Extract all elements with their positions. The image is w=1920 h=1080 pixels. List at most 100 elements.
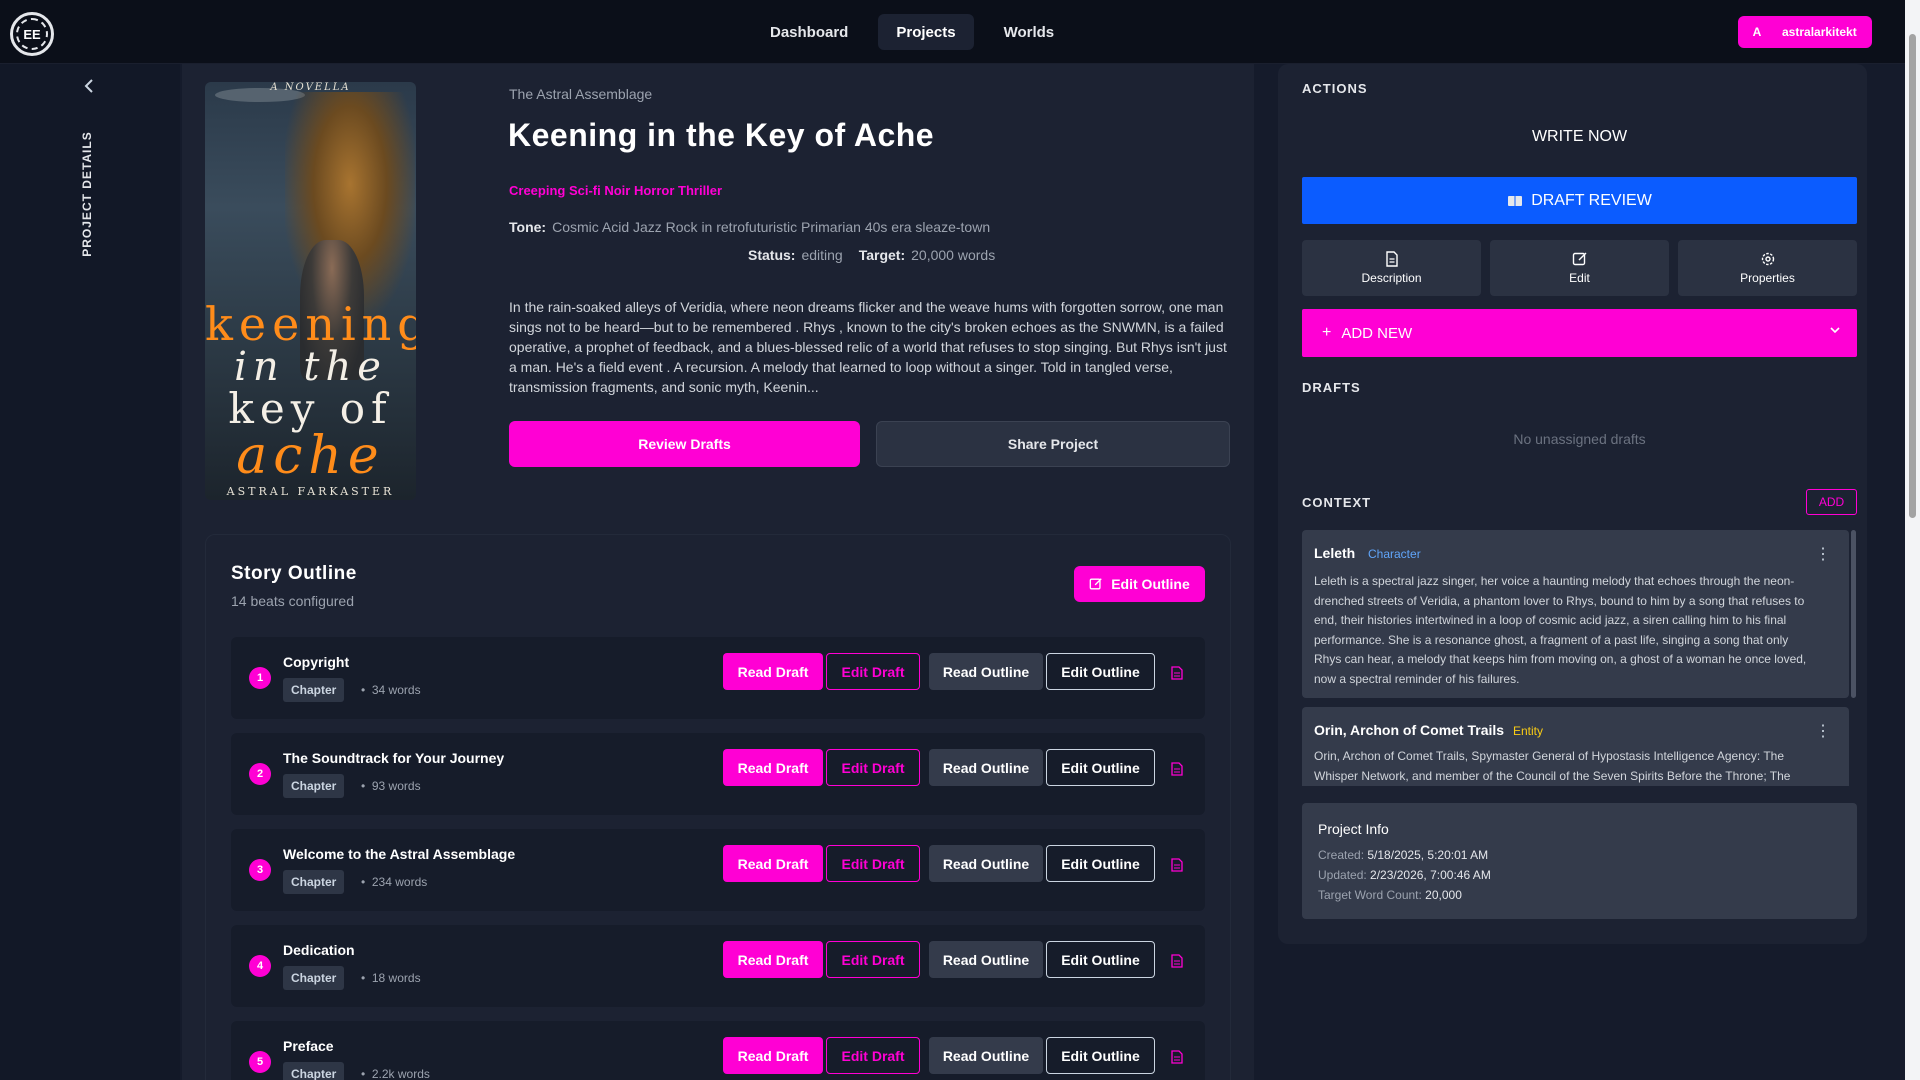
- target-label: Target:: [858, 247, 906, 263]
- beat-number: 3: [249, 859, 271, 881]
- nav-link-dashboard[interactable]: Dashboard: [752, 14, 866, 50]
- cover-subtitle: A NOVELLA: [270, 82, 351, 93]
- beat-words: 2.2k words: [371, 1067, 430, 1080]
- edit-draft-button[interactable]: Edit Draft: [826, 653, 920, 690]
- outline-subtitle: 14 beats configured: [231, 593, 354, 609]
- edit-beat-outline-button[interactable]: Edit Outline: [1046, 845, 1155, 882]
- page-title: Keening in the Key of Ache: [508, 117, 935, 153]
- add-new-dropdown[interactable]: + ADD NEW: [1302, 309, 1857, 357]
- project-details-rail: PROJECT DETAILS: [0, 64, 180, 1080]
- genre-label: Creeping Sci-fi Noir Horror Thriller: [509, 183, 723, 198]
- nav-link-projects[interactable]: Projects: [878, 14, 974, 50]
- more-vertical-icon[interactable]: ⋮: [1815, 721, 1831, 741]
- book-open-icon: [1508, 195, 1523, 206]
- read-outline-button[interactable]: Read Outline: [929, 941, 1043, 978]
- context-type-badge: Entity: [1513, 724, 1544, 738]
- read-draft-button[interactable]: Read Draft: [723, 941, 823, 978]
- main-content: A NOVELLA keening in the key of ache AST…: [182, 64, 1254, 1080]
- read-draft-button[interactable]: Read Draft: [723, 749, 823, 786]
- description-tile-button[interactable]: Description: [1302, 240, 1481, 296]
- read-draft-button[interactable]: Read Draft: [723, 845, 823, 882]
- edit-draft-button[interactable]: Edit Draft: [826, 1037, 920, 1074]
- read-outline-button[interactable]: Read Outline: [929, 1037, 1043, 1074]
- read-outline-button[interactable]: Read Outline: [929, 845, 1043, 882]
- edit-beat-outline-button[interactable]: Edit Outline: [1046, 749, 1155, 786]
- read-outline-button[interactable]: Read Outline: [929, 653, 1043, 690]
- edit-draft-button[interactable]: Edit Draft: [826, 845, 920, 882]
- edit-outline-button[interactable]: Edit Outline: [1074, 566, 1205, 602]
- nav-link-worlds[interactable]: Worlds: [986, 14, 1073, 50]
- project-details-toggle[interactable]: PROJECT DETAILS: [78, 122, 98, 272]
- context-list: Leleth Character ⋮ Leleth is a spectral …: [1302, 530, 1857, 786]
- review-drafts-button[interactable]: Review Drafts: [509, 421, 860, 467]
- edit-draft-button[interactable]: Edit Draft: [826, 941, 920, 978]
- chevron-left-icon[interactable]: [80, 76, 100, 96]
- project-info-title: Project Info: [1318, 821, 1389, 837]
- page-scrollbar[interactable]: [1905, 0, 1920, 1080]
- read-draft-button[interactable]: Read Draft: [723, 653, 823, 690]
- series-name: The Astral Assemblage: [509, 86, 653, 102]
- username: astralarkitekt: [1782, 25, 1857, 39]
- properties-tile-button[interactable]: Properties: [1678, 240, 1857, 296]
- edit-draft-button[interactable]: Edit Draft: [826, 749, 920, 786]
- edit-beat-outline-button[interactable]: Edit Outline: [1046, 1037, 1155, 1074]
- cover-author: ASTRAL FARKASTER: [226, 485, 395, 498]
- beat-words: 234 words: [371, 875, 428, 889]
- beat-row: 3 Welcome to the Astral Assemblage Chapt…: [231, 829, 1205, 911]
- edit-icon: [1089, 578, 1102, 590]
- context-scrollbar[interactable]: [1851, 530, 1856, 698]
- more-vertical-icon[interactable]: ⋮: [1815, 544, 1831, 564]
- document-icon[interactable]: [1171, 666, 1183, 680]
- document-icon[interactable]: [1171, 762, 1183, 776]
- tone-label: Tone:: [509, 219, 547, 235]
- document-icon[interactable]: [1171, 1050, 1183, 1064]
- plus-icon: +: [1322, 324, 1332, 341]
- target-word-count-value: 20,000: [1425, 888, 1462, 902]
- target-value: 20,000 words: [911, 247, 996, 263]
- target-word-count-row: Target Word Count: 20,000: [1318, 888, 1462, 902]
- edit-beat-outline-button[interactable]: Edit Outline: [1046, 653, 1155, 690]
- avatar: A: [1752, 25, 1762, 39]
- beat-title: Copyright: [283, 654, 350, 670]
- nav-links: Dashboard Projects Worlds: [752, 14, 1072, 50]
- context-card[interactable]: Leleth Character ⋮ Leleth is a spectral …: [1302, 530, 1849, 698]
- created-row: Created: 5/18/2025, 5:20:01 AM: [1318, 848, 1488, 862]
- context-card[interactable]: Orin, Archon of Comet Trails Entity ⋮ Or…: [1302, 707, 1849, 786]
- edit-tile-button[interactable]: Edit: [1490, 240, 1669, 296]
- read-draft-button[interactable]: Read Draft: [723, 1037, 823, 1074]
- updated-value: 2/23/2026, 7:00:46 AM: [1370, 868, 1491, 882]
- beat-word-count: • 2.2k words: [361, 1067, 430, 1080]
- document-icon[interactable]: [1171, 858, 1183, 872]
- tone-value: Cosmic Acid Jazz Rock in retrofuturistic…: [552, 219, 991, 235]
- target-word-count-label: Target Word Count:: [1318, 888, 1422, 902]
- write-now-button[interactable]: WRITE NOW: [1302, 128, 1857, 146]
- user-menu-button[interactable]: A astralarkitekt: [1738, 16, 1872, 48]
- document-icon[interactable]: [1171, 954, 1183, 968]
- edit-outline-label: Edit Outline: [1111, 576, 1190, 592]
- context-type-badge: Character: [1368, 547, 1421, 561]
- updated-row: Updated: 2/23/2026, 7:00:46 AM: [1318, 868, 1491, 882]
- edit-beat-outline-button[interactable]: Edit Outline: [1046, 941, 1155, 978]
- add-context-button[interactable]: ADD: [1806, 489, 1857, 515]
- no-drafts-message: No unassigned drafts: [1513, 431, 1646, 447]
- beat-row: 5 Preface Chapter • 2.2k words Read Draf…: [231, 1021, 1205, 1080]
- draft-review-label: DRAFT REVIEW: [1531, 191, 1652, 209]
- status-line: Status: editing Target: 20,000 words: [748, 247, 995, 263]
- context-description: Orin, Archon of Comet Trails, Spymaster …: [1314, 749, 1791, 783]
- app-logo[interactable]: EE: [10, 12, 54, 56]
- share-project-button[interactable]: Share Project: [876, 421, 1230, 467]
- beat-title: Preface: [283, 1038, 334, 1054]
- page-scrollbar-thumb[interactable]: [1909, 34, 1916, 518]
- edit-icon: [1572, 252, 1586, 266]
- beat-row: 2 The Soundtrack for Your Journey Chapte…: [231, 733, 1205, 815]
- beat-title: Dedication: [283, 942, 355, 958]
- created-value: 5/18/2025, 5:20:01 AM: [1367, 848, 1489, 862]
- project-description: In the rain-soaked alleys of Veridia, wh…: [509, 299, 1227, 395]
- read-outline-button[interactable]: Read Outline: [929, 749, 1043, 786]
- beat-type-chip: Chapter: [283, 870, 345, 894]
- book-cover-image: A NOVELLA keening in the key of ache AST…: [205, 82, 416, 500]
- draft-review-button[interactable]: DRAFT REVIEW: [1302, 177, 1857, 224]
- beat-type-chip: Chapter: [283, 966, 345, 990]
- context-heading: CONTEXT: [1302, 495, 1372, 510]
- beat-word-count: • 18 words: [361, 971, 421, 985]
